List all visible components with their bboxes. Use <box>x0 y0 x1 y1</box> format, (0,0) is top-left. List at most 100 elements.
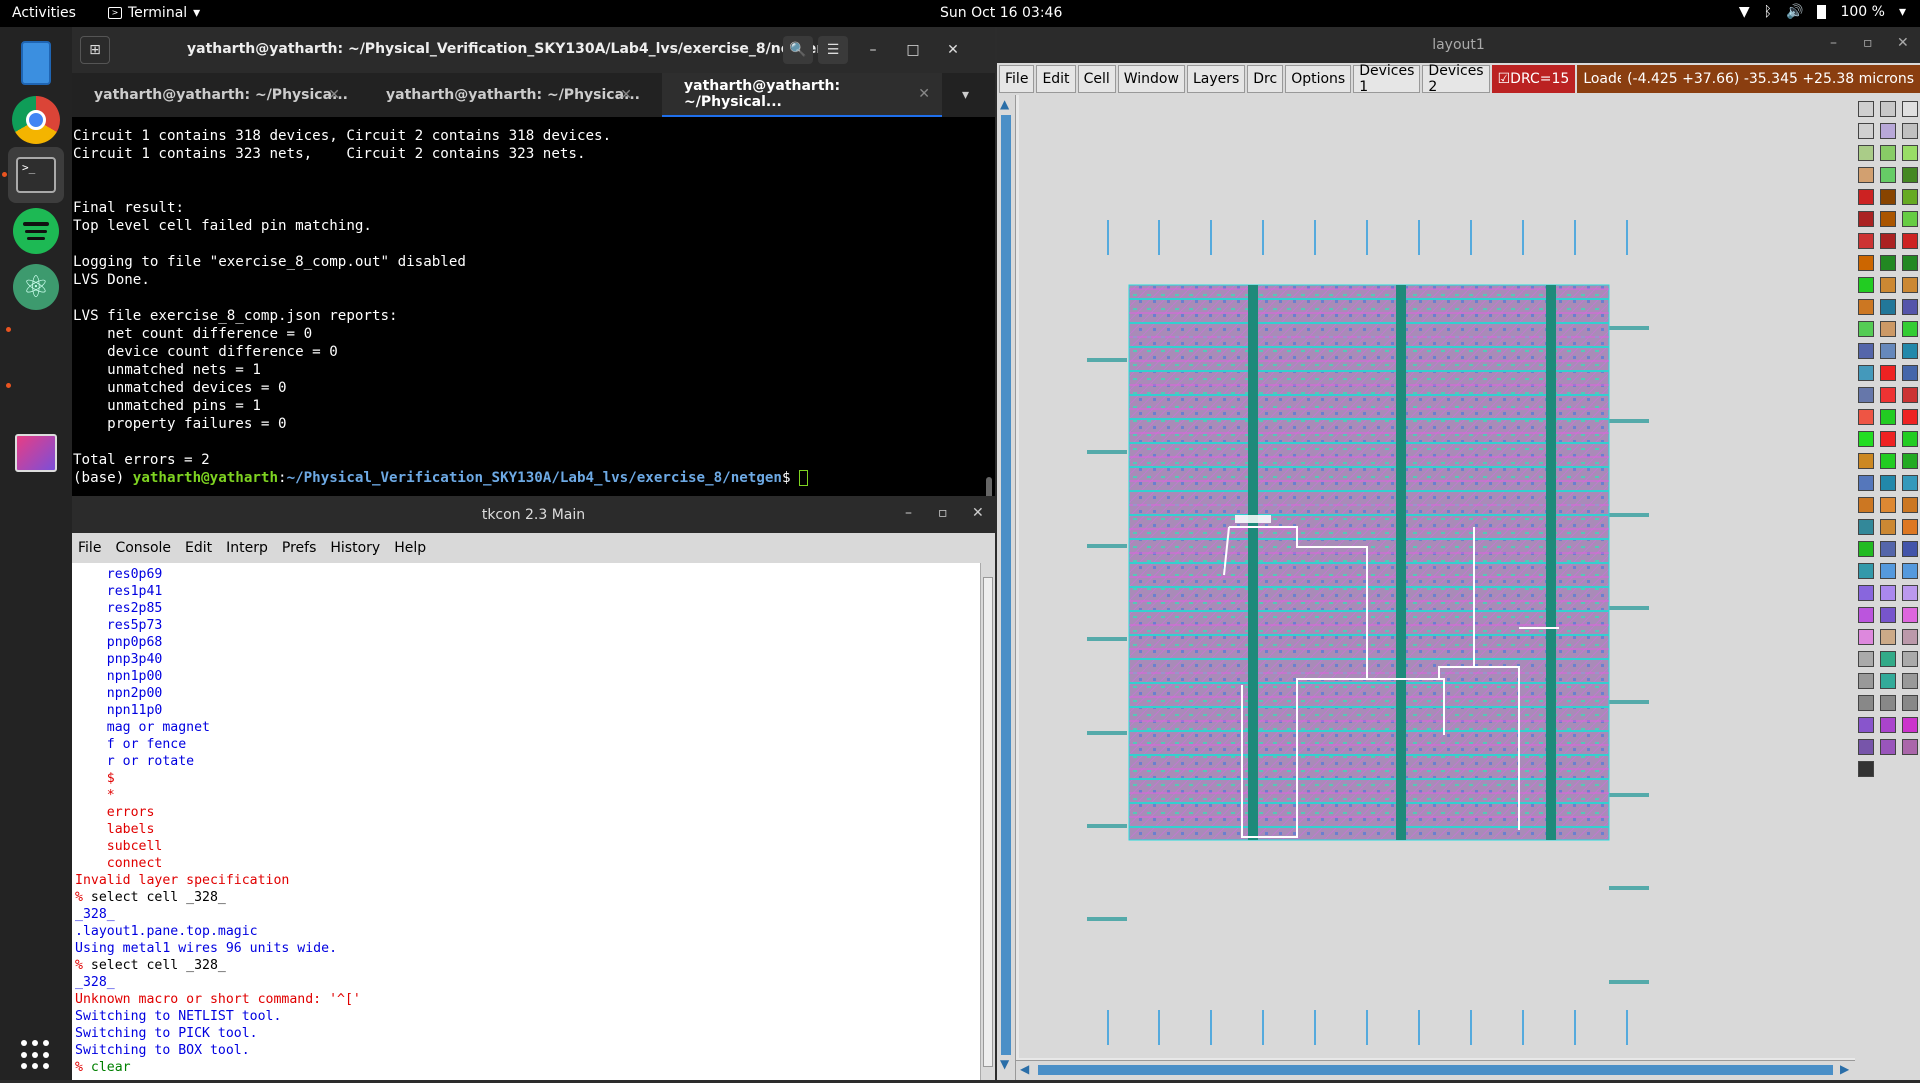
layer-swatch[interactable] <box>1858 255 1874 271</box>
terminal-tab-1[interactable]: yatharth@yatharth: ~/Physica... ✕ <box>72 73 352 117</box>
layer-swatch[interactable] <box>1902 497 1918 513</box>
arrow-right-icon[interactable]: ▶ <box>1840 1062 1849 1076</box>
arrow-down-icon[interactable]: ▼ <box>1000 1057 1009 1071</box>
minimize-icon[interactable]: – <box>1830 35 1837 51</box>
layer-swatch[interactable] <box>1902 387 1918 403</box>
layer-swatch[interactable] <box>1880 431 1896 447</box>
layout-menu-devices-2[interactable]: Devices 2 <box>1422 63 1490 95</box>
layer-swatch[interactable] <box>1858 563 1874 579</box>
dock-klayout[interactable] <box>8 425 64 481</box>
tkcon-menu-prefs[interactable]: Prefs <box>282 540 316 556</box>
close-icon[interactable]: ✕ <box>918 86 930 102</box>
layer-swatch[interactable] <box>1902 365 1918 381</box>
layer-swatch[interactable] <box>1858 211 1874 227</box>
layer-swatch[interactable] <box>1902 299 1918 315</box>
arrow-up-icon[interactable]: ▲ <box>1000 97 1009 111</box>
layer-swatch[interactable] <box>1880 387 1896 403</box>
layer-swatch[interactable] <box>1880 101 1896 117</box>
tkcon-menu-edit[interactable]: Edit <box>185 540 212 556</box>
layer-swatch[interactable] <box>1902 563 1918 579</box>
maximize-icon[interactable]: ▫ <box>938 505 948 521</box>
layer-swatch[interactable] <box>1880 277 1896 293</box>
tkcon-titlebar[interactable]: tkcon 2.3 Main – ▫ ✕ <box>72 496 995 533</box>
tabs-dropdown-button[interactable]: ▾ <box>950 73 990 117</box>
activities-button[interactable]: Activities <box>12 5 76 21</box>
system-tray[interactable]: ▼ ᛒ 🔊 100 % ▾ <box>1739 4 1906 20</box>
dock-atom[interactable]: ⚛ <box>8 259 64 315</box>
layer-swatch[interactable] <box>1880 563 1896 579</box>
close-icon[interactable]: ✕ <box>328 87 340 103</box>
menu-button[interactable]: ☰ <box>818 36 848 64</box>
search-button[interactable]: 🔍 <box>783 36 813 64</box>
layer-swatch[interactable] <box>1902 651 1918 667</box>
layout-menu-layers[interactable]: Layers <box>1186 65 1246 93</box>
layer-swatch[interactable] <box>1858 343 1874 359</box>
layer-swatch[interactable] <box>1902 123 1918 139</box>
minimize-icon[interactable]: – <box>905 505 912 521</box>
layer-swatch[interactable] <box>1858 717 1874 733</box>
layer-swatch[interactable] <box>1902 211 1918 227</box>
tkcon-menu-interp[interactable]: Interp <box>226 540 268 556</box>
layer-swatch[interactable] <box>1858 431 1874 447</box>
layer-swatch[interactable] <box>1902 321 1918 337</box>
layer-swatch[interactable] <box>1902 739 1918 755</box>
layer-swatch[interactable] <box>1902 673 1918 689</box>
layer-swatch[interactable] <box>1858 695 1874 711</box>
layout-titlebar[interactable]: layout1 – ▫ ✕ <box>997 27 1920 63</box>
layer-swatch[interactable] <box>1902 629 1918 645</box>
layer-swatch[interactable] <box>1880 409 1896 425</box>
layer-swatch[interactable] <box>1902 409 1918 425</box>
layer-swatch[interactable] <box>1858 541 1874 557</box>
layer-swatch[interactable] <box>1880 585 1896 601</box>
layer-swatch[interactable] <box>1902 343 1918 359</box>
terminal-titlebar[interactable]: ⊞ yatharth@yatharth: ~/Physical_Verifica… <box>72 27 995 73</box>
layer-swatch[interactable] <box>1880 453 1896 469</box>
layer-swatch[interactable] <box>1902 145 1918 161</box>
layer-swatch[interactable] <box>1902 233 1918 249</box>
minimize-button[interactable]: – <box>858 36 888 64</box>
layer-swatch[interactable] <box>1880 145 1896 161</box>
layer-swatch[interactable] <box>1880 167 1896 183</box>
layer-swatch[interactable] <box>1858 123 1874 139</box>
layout-horizontal-scrollbar[interactable]: ◀ ▶ <box>1016 1060 1856 1080</box>
layer-swatch[interactable] <box>1880 343 1896 359</box>
layer-swatch[interactable] <box>1858 673 1874 689</box>
layout-canvas[interactable] <box>1019 95 1855 1058</box>
tkcon-menu-help[interactable]: Help <box>394 540 426 556</box>
dock-files[interactable] <box>8 35 64 91</box>
layer-swatch[interactable] <box>1902 541 1918 557</box>
layer-swatch[interactable] <box>1858 453 1874 469</box>
close-icon[interactable]: ✕ <box>972 505 984 521</box>
layout-menu-options[interactable]: Options <box>1285 65 1352 93</box>
layer-swatch[interactable] <box>1902 475 1918 491</box>
layer-swatch[interactable] <box>1858 409 1874 425</box>
terminal-prompt[interactable]: (base) yatharth@yatharth:~/Physical_Veri… <box>73 469 982 487</box>
layer-swatch[interactable] <box>1880 299 1896 315</box>
layer-swatch[interactable] <box>1858 739 1874 755</box>
terminal-tab-3[interactable]: yatharth@yatharth: ~/Physical... ✕ <box>662 73 942 117</box>
layout-menu-devices-1[interactable]: Devices 1 <box>1353 63 1421 95</box>
tkcon-console[interactable]: res0p69 res1p41 res2p85 res5p73 pnp0p68 … <box>72 563 980 1080</box>
tkcon-menu-file[interactable]: File <box>78 540 101 556</box>
layer-swatch[interactable] <box>1858 607 1874 623</box>
maximize-icon[interactable]: ▫ <box>1863 35 1873 51</box>
layer-swatch[interactable] <box>1858 519 1874 535</box>
layer-swatch[interactable] <box>1858 585 1874 601</box>
layer-swatch[interactable] <box>1880 189 1896 205</box>
drc-count-button[interactable]: ☑ DRC=15 <box>1491 65 1576 93</box>
layer-swatch[interactable] <box>1902 607 1918 623</box>
layer-swatch[interactable] <box>1880 233 1896 249</box>
dock-terminal[interactable]: >_ <box>8 147 64 203</box>
layer-swatch[interactable] <box>1880 123 1896 139</box>
new-tab-button[interactable]: ⊞ <box>80 36 110 64</box>
dock-show-apps[interactable] <box>8 1027 64 1083</box>
layer-swatch[interactable] <box>1902 255 1918 271</box>
dock-chrome[interactable] <box>8 92 64 148</box>
layer-swatch[interactable] <box>1880 475 1896 491</box>
layer-swatch[interactable] <box>1858 233 1874 249</box>
terminal-output[interactable]: Circuit 1 contains 318 devices, Circuit … <box>72 117 982 496</box>
clock[interactable]: Sun Oct 16 03:46 <box>940 5 1062 21</box>
layer-swatch[interactable] <box>1902 585 1918 601</box>
layout-menu-file[interactable]: File <box>999 65 1035 93</box>
layer-swatch[interactable] <box>1880 695 1896 711</box>
